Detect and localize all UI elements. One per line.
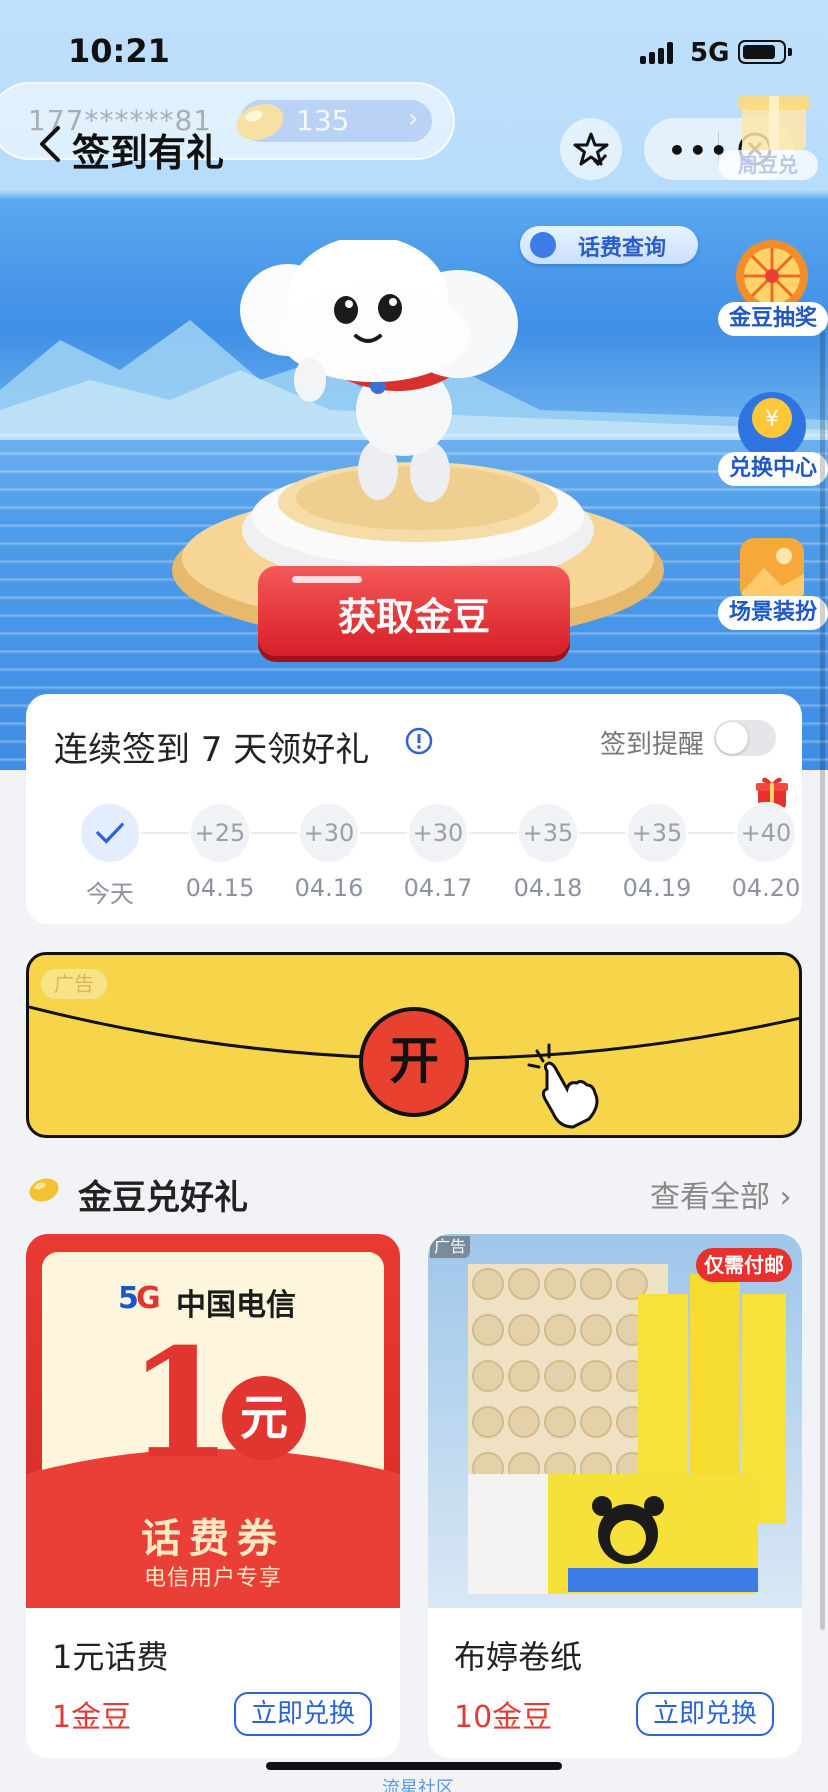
gold-bean-icon (29, 1178, 59, 1202)
day-date: 04.15 (185, 874, 255, 902)
status-time: 10:21 (68, 32, 170, 70)
chevron-right-icon: › (408, 104, 419, 134)
toggle-knob (716, 722, 748, 754)
shipping-only-badge: 仅需付邮 (696, 1248, 792, 1282)
day-date: 04.19 (622, 874, 692, 902)
signin-day: 今天 (60, 802, 160, 909)
get-bean-label: 获取金豆 (337, 595, 490, 639)
tissue-rolls-illustration (468, 1264, 786, 1594)
day-reward: +40 (735, 802, 797, 864)
svg-text:G: G (136, 1281, 161, 1314)
product-price: 10金豆 (454, 1700, 553, 1735)
watermark: 流星社区 (382, 1778, 454, 1792)
ad-tag: 广告 (430, 1236, 470, 1258)
network-type: 5G (690, 38, 730, 68)
product-card[interactable]: 5 G 中国电信 1 元 话费券 电信用户专享 1元话费 1金豆 立即兑换 (26, 1234, 400, 1758)
section-title: 金豆兑好礼 (78, 1178, 248, 1218)
page-title: 签到有礼 (72, 131, 225, 175)
check-icon (79, 802, 141, 864)
gift-exchange-label[interactable]: 周豆兑 (718, 150, 818, 180)
signal-icon (640, 42, 680, 64)
signin-day: +40 04.20 (716, 802, 816, 902)
battery-icon (738, 40, 786, 64)
svg-text:¥: ¥ (765, 407, 779, 432)
redeem-button[interactable]: 立即兑换 (234, 1692, 372, 1736)
red-envelope-ad[interactable]: 广告 开 (26, 952, 802, 1138)
product-price: 1金豆 (52, 1700, 132, 1735)
product-name: 布婷卷纸 (454, 1638, 583, 1676)
side-item-scene[interactable]: 场景装扮 (718, 530, 828, 630)
day-date: 04.20 (731, 874, 801, 902)
coupon-title: 话费券 (141, 1516, 285, 1562)
reminder-label: 签到提醒 (600, 730, 705, 760)
side-item-label: 兑换中心 (718, 452, 828, 486)
bean-count: 135 (296, 104, 350, 137)
coupon-unit: 元 (222, 1376, 306, 1460)
side-item-label: 金豆抽奖 (718, 302, 828, 336)
coupon-subtitle: 电信用户专享 (143, 1566, 282, 1591)
china-telecom-logo: 5 G (118, 1281, 161, 1314)
side-item-lottery[interactable]: 金豆抽奖 (718, 236, 828, 336)
scrollbar[interactable] (820, 330, 825, 1630)
gift-box-icon[interactable] (734, 82, 814, 152)
coupon-image: 5 G 中国电信 1 元 话费券 电信用户专享 (26, 1234, 400, 1608)
open-envelope-button[interactable]: 开 (359, 1007, 469, 1117)
redeem-button[interactable]: 立即兑换 (636, 1692, 774, 1736)
view-all-link[interactable]: 查看全部 › (650, 1172, 792, 1216)
battery-cap (788, 48, 792, 56)
tap-hand-icon (527, 1043, 599, 1129)
day-reward: +25 (189, 802, 251, 864)
day-date: 04.17 (403, 874, 473, 902)
side-item-label: 场景装扮 (718, 596, 828, 630)
home-indicator[interactable] (266, 1762, 562, 1770)
gold-bean-icon (236, 104, 284, 140)
day-date: 04.16 (294, 874, 364, 902)
get-bean-button[interactable]: 获取金豆 (258, 566, 570, 656)
signin-card: 连续签到 7 天领好礼 签到提醒 今天 +25 04.15 +30 04.16 … (26, 694, 802, 924)
star-icon (573, 132, 609, 167)
product-name: 1元话费 (52, 1638, 169, 1676)
signin-day: +30 04.16 (279, 802, 379, 902)
signin-day: +30 04.17 (388, 802, 488, 902)
day-reward: +35 (626, 802, 688, 864)
status-bar: 10:21 5G (0, 0, 828, 90)
side-item-exchange[interactable]: ¥ 兑换中心 (718, 386, 828, 486)
info-icon[interactable] (404, 726, 434, 756)
signin-day: +25 04.15 (170, 802, 270, 902)
day-reward: +30 (407, 802, 469, 864)
back-arrow-icon[interactable] (34, 124, 64, 164)
day-reward: +35 (517, 802, 579, 864)
product-card[interactable]: 广告 仅需付邮 布婷卷纸 10金豆 立即兑换 (428, 1234, 802, 1758)
day-reward: +30 (298, 802, 360, 864)
signin-day: +35 04.19 (607, 802, 707, 902)
tissue-paper-image: 广告 仅需付邮 (428, 1234, 802, 1608)
day-date: 04.18 (513, 874, 583, 902)
button-shine (292, 576, 362, 583)
favorite-button[interactable] (560, 118, 622, 180)
signin-title: 连续签到 7 天领好礼 (54, 730, 370, 770)
coupon-amount: 1 (128, 1316, 233, 1492)
signin-day: +35 04.18 (498, 802, 598, 902)
reminder-toggle[interactable] (714, 720, 776, 756)
day-date: 今天 (86, 880, 134, 908)
